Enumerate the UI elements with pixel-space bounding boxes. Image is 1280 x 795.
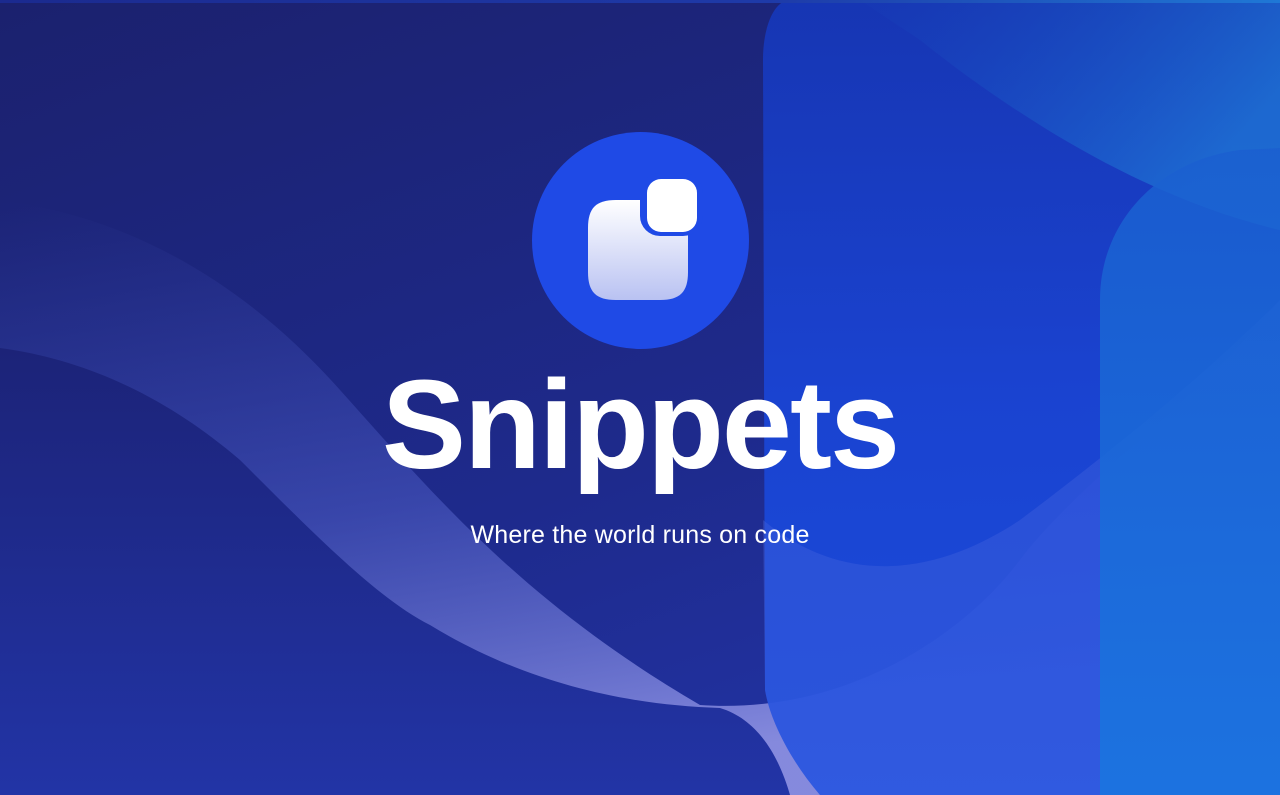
splash-content: Snippets Where the world runs on code [0, 0, 1280, 795]
snippets-logo-icon [588, 173, 703, 300]
splash-screen: Snippets Where the world runs on code [0, 0, 1280, 795]
app-tagline: Where the world runs on code [470, 521, 810, 549]
app-logo [532, 132, 749, 349]
app-title: Snippets [381, 354, 900, 495]
